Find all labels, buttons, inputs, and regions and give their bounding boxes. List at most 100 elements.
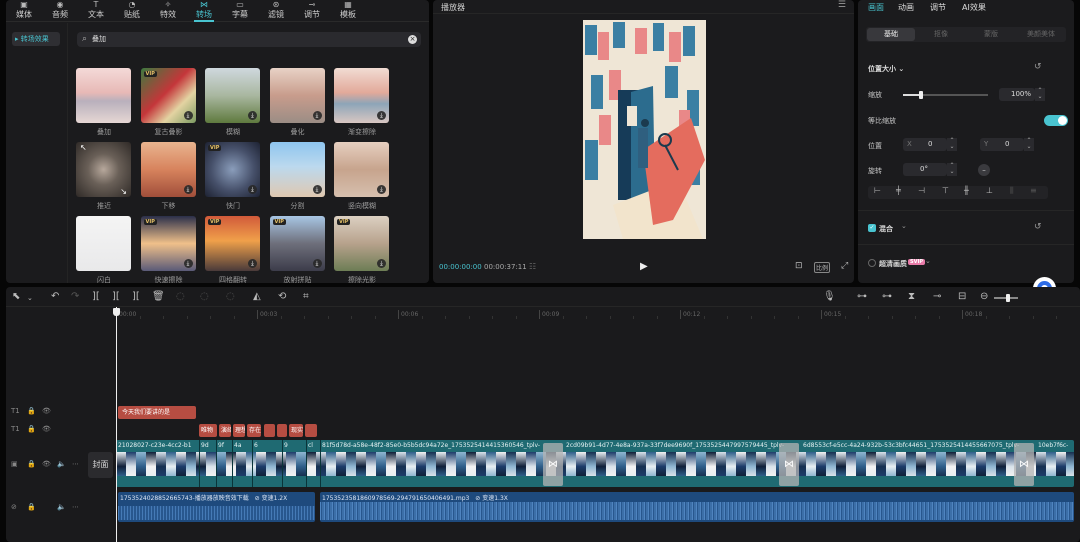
tab-picture[interactable]: 画面 [868, 2, 884, 13]
hd-chevron-icon[interactable]: ⌄ [925, 257, 931, 265]
video-track-lock-icon[interactable]: 🔒 [27, 460, 36, 468]
align-top-icon[interactable]: ⊤ [942, 186, 949, 195]
zoom-slider-handle[interactable] [1006, 294, 1010, 302]
split-icon[interactable]: ][ [92, 291, 100, 302]
search-input[interactable]: 叠加 [92, 32, 106, 47]
subtitle-clip[interactable]: 存在 [247, 424, 261, 437]
text-track-visible-icon[interactable]: 👁 [42, 407, 51, 415]
scale-slider-handle[interactable] [919, 91, 923, 99]
text-clip[interactable]: 今天我们要讲的是 [118, 406, 196, 419]
position-y-stepper[interactable]: ⌃ ⌄ [1024, 138, 1034, 151]
transition-thumb[interactable]: VIP ⤓ [334, 216, 389, 271]
tab-text[interactable]: T 文本 [78, 0, 114, 20]
video-clip[interactable]: 21028027-c23e-4cc2-b1 [118, 442, 198, 452]
video-track-audio-icon[interactable]: 🔈 [57, 460, 66, 468]
category-transition-effects[interactable]: ▸ 转场效果 [12, 32, 60, 46]
blend-checkbox[interactable]: ✓ [868, 224, 876, 232]
video-clip[interactable]: 9f [218, 442, 232, 452]
subtab-beauty[interactable]: 美颜美体 [1016, 28, 1066, 41]
hd-checkbox[interactable] [868, 259, 876, 267]
download-icon[interactable]: ⤓ [248, 185, 257, 194]
fit-screen-icon[interactable]: ⊡ [795, 261, 803, 271]
transition-thumb[interactable]: ⤓ [269, 68, 325, 123]
download-icon[interactable]: ⤓ [377, 111, 386, 120]
align-vcenter-icon[interactable]: ╫ [964, 186, 969, 195]
transition-thumb[interactable]: ⤓ [269, 142, 325, 197]
subtitle-clip[interactable]: 演绎 [219, 424, 231, 437]
position-x-input[interactable]: X 0 [903, 138, 947, 151]
mirror-icon-disabled[interactable]: ◌ [226, 291, 235, 302]
video-clip[interactable]: 9d [201, 442, 215, 452]
auto-snap-icon[interactable]: ⧗ [908, 291, 915, 302]
transition-marker-2[interactable]: ⋈ [779, 443, 799, 486]
subtab-basic[interactable]: 基础 [867, 28, 915, 41]
link-main-track-icon[interactable]: ⊶ [857, 291, 867, 302]
video-track-visible-icon[interactable]: 👁 [42, 460, 51, 468]
transition-thumb[interactable]: VIP ⤓ [140, 216, 196, 271]
preview-axis-icon[interactable]: ⊟ [958, 291, 966, 302]
distribute-v-icon[interactable]: ≡ [1030, 186, 1037, 195]
playhead[interactable] [116, 307, 117, 542]
reset-position-icon[interactable]: ↺ [1034, 62, 1042, 72]
delete-icon[interactable]: 🗑 [152, 291, 165, 302]
transition-thumb[interactable]: VIP ⤓ [140, 68, 196, 123]
transition-thumb[interactable] [76, 216, 131, 271]
undo-icon[interactable]: ↶ [51, 291, 59, 302]
reverse-icon[interactable]: ◌ [200, 291, 209, 302]
audio-clip-2[interactable]: 1753523581860978569-294791650406491.mp3 … [320, 492, 1074, 522]
clear-search-icon[interactable]: × [408, 35, 417, 44]
cover-button[interactable]: 封面 [88, 452, 113, 478]
align-right-icon[interactable]: ⊣ [918, 186, 925, 195]
tab-media[interactable]: ▣ 媒体 [6, 0, 42, 20]
tab-template[interactable]: ▦ 模板 [330, 0, 366, 20]
video-preview[interactable] [583, 20, 706, 239]
redo-icon[interactable]: ↷ [71, 291, 79, 302]
download-icon[interactable]: ⤓ [312, 185, 322, 194]
select-dropdown-icon[interactable]: ⌄ [27, 294, 33, 302]
scale-stepper[interactable]: ⌃ ⌄ [1035, 88, 1045, 101]
align-left-icon[interactable]: ⊢ [874, 186, 881, 195]
tab-transition[interactable]: ⋈ 转场 [186, 0, 222, 20]
subtitle-clip[interactable] [277, 424, 287, 437]
subtitle-clip[interactable] [305, 424, 317, 437]
ratio-button[interactable]: 比例 [814, 262, 831, 273]
tab-effects[interactable]: ✧ 特效 [150, 0, 186, 20]
video-clip[interactable]: 6 [254, 442, 280, 452]
transition-thumb[interactable]: ⤓ [140, 142, 196, 197]
reset-blend-icon[interactable]: ↺ [1034, 222, 1042, 232]
download-icon[interactable]: ⤓ [183, 185, 193, 194]
video-clip[interactable]: 4a [234, 442, 252, 452]
audio-track-mute-icon[interactable]: 🔈 [57, 503, 66, 511]
tab-adjust-prop[interactable]: 调节 [930, 2, 946, 13]
position-y-input[interactable]: Y 0 [980, 138, 1024, 151]
freeze-icon[interactable]: ◌ [176, 291, 185, 302]
rotate-stepper[interactable]: ⌃ ⌄ [947, 163, 957, 176]
zoom-out-icon[interactable]: ⊖ [980, 291, 988, 302]
player-menu-icon[interactable]: ☰ [838, 0, 846, 10]
transition-thumb[interactable]: VIP ⤓ [205, 216, 260, 271]
subtitle-track-lock-icon[interactable]: 🔒 [27, 425, 36, 433]
download-icon[interactable]: ⤓ [248, 259, 257, 268]
mirror-icon[interactable]: ◭ [253, 291, 261, 302]
download-icon[interactable]: ⤓ [377, 259, 386, 268]
audio-track-more-icon[interactable]: ⋯ [72, 503, 79, 511]
rotate-icon[interactable]: ⟲ [278, 291, 286, 302]
video-clip[interactable]: 10eb7f6c- [1038, 442, 1074, 452]
tab-ai-effects[interactable]: AI效果 [962, 2, 986, 13]
tab-adjust[interactable]: ⊸ 调节 [294, 0, 330, 20]
select-tool-icon[interactable]: ⬉ [12, 291, 20, 302]
zoom-slider[interactable] [994, 294, 1018, 302]
transition-thumb[interactable]: ⤓ [334, 68, 389, 123]
download-icon[interactable]: ⤓ [248, 111, 257, 120]
subtab-cutout[interactable]: 抠像 [916, 28, 966, 41]
transition-thumb[interactable]: VIP ⤓ [205, 142, 260, 197]
video-clip[interactable]: 9 [284, 442, 306, 452]
transition-thumb[interactable]: VIP ⤓ [269, 216, 325, 271]
subtitle-clip[interactable] [264, 424, 275, 437]
blend-chevron-icon[interactable]: ⌄ [901, 222, 907, 230]
subtab-mask[interactable]: 蒙版 [966, 28, 1016, 41]
scale-slider[interactable] [903, 91, 988, 99]
subtitle-clip[interactable]: 现实 [289, 424, 303, 437]
video-clip[interactable]: cl [308, 442, 320, 452]
video-clip[interactable]: 6d8553cf-e5cc-4a24-932b-53c3bfc44651_175… [803, 442, 1037, 452]
